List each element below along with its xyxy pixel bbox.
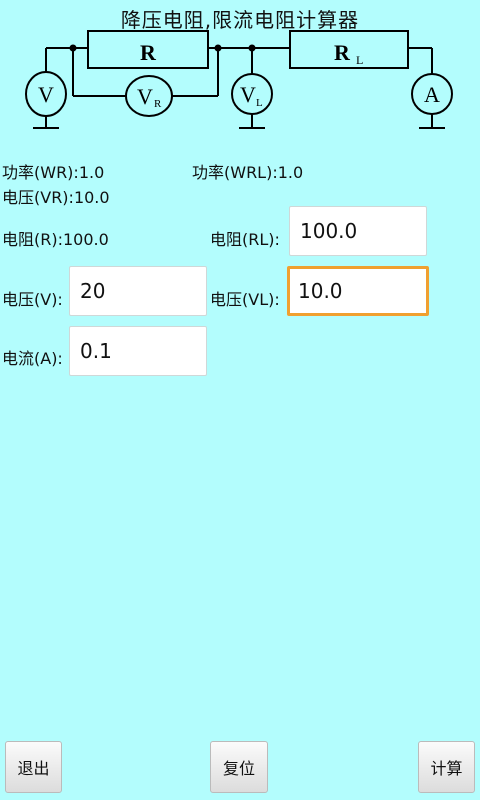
- reset-button[interactable]: 复位: [210, 741, 268, 793]
- junction-dot: [214, 44, 222, 52]
- v-input-label: 电压(V):: [2, 290, 63, 309]
- vl-sub: L: [256, 97, 263, 109]
- a-input-label: 电流(A):: [2, 349, 63, 368]
- junction-dot: [69, 44, 77, 52]
- r-label: R: [140, 40, 157, 65]
- power-wrl-text: 功率(WRL):1.0: [192, 163, 304, 182]
- a-input[interactable]: 0.1: [69, 326, 207, 376]
- vl-meter-label: V: [240, 82, 256, 107]
- circuit-diagram: R R L V V R V L A: [25, 30, 453, 129]
- v-meter-label: V: [38, 82, 54, 107]
- junction-dot: [248, 44, 256, 52]
- rl-input[interactable]: 100.0: [289, 206, 427, 256]
- vl-input-label: 电压(VL):: [210, 290, 280, 309]
- exit-button[interactable]: 退出: [5, 741, 62, 793]
- rl-input-label: 电阻(RL):: [210, 230, 280, 249]
- rl-label: R: [334, 40, 351, 65]
- resistance-r-text: 电阻(R):100.0: [2, 230, 109, 249]
- voltage-vr-text: 电压(VR):10.0: [2, 188, 110, 207]
- vr-meter-label: V: [137, 84, 153, 109]
- a-meter-label: A: [424, 82, 440, 107]
- power-wr-text: 功率(WR):1.0: [2, 163, 105, 182]
- calculate-button[interactable]: 计算: [418, 741, 475, 793]
- vl-input[interactable]: 10.0: [287, 266, 429, 316]
- rl-sub: L: [356, 53, 363, 67]
- vr-sub: R: [154, 98, 162, 110]
- v-input[interactable]: 20: [69, 266, 207, 316]
